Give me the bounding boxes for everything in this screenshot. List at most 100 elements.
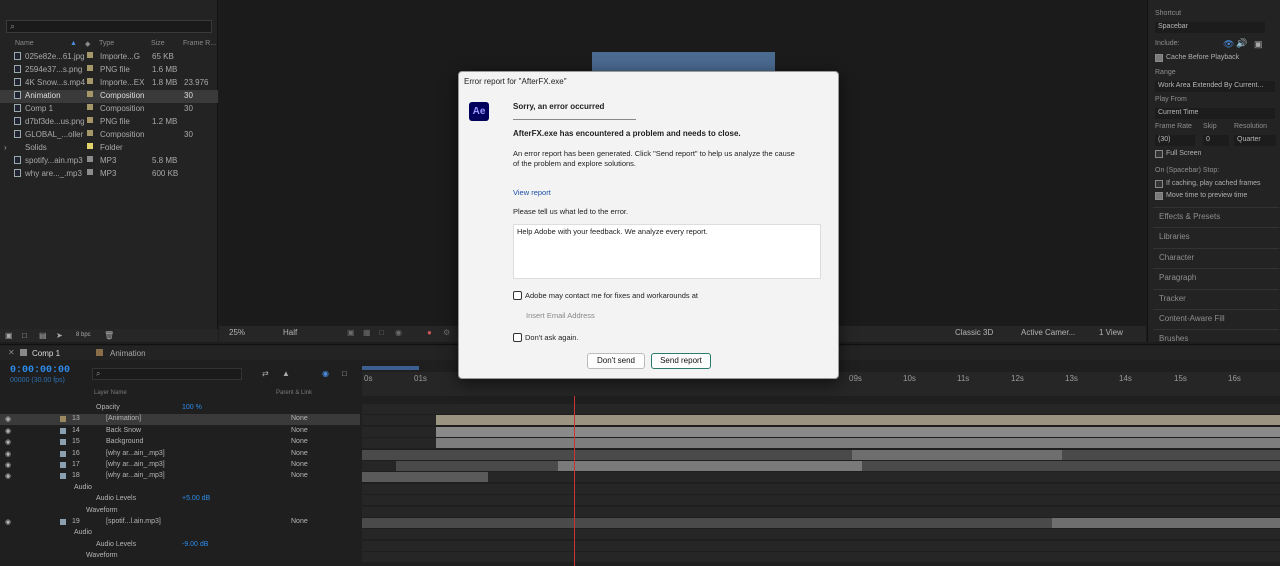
layer-property-row[interactable]: Waveform: [0, 551, 360, 562]
playhead[interactable]: [574, 396, 575, 566]
current-time-display[interactable]: 0:00:00:00: [10, 365, 70, 376]
ifcaching-checkbox[interactable]: [1155, 180, 1163, 188]
label-color-swatch[interactable]: [87, 52, 93, 58]
search-layers-input[interactable]: ⌕: [92, 368, 242, 380]
video-toggle-icon[interactable]: 👁: [1223, 39, 1234, 50]
framerate-select[interactable]: (30): [1155, 135, 1195, 146]
project-item[interactable]: d7bf3de...us.png PNG file 1.2 MB: [0, 116, 218, 129]
label-color-swatch[interactable]: [60, 416, 66, 423]
fullscreen-checkbox[interactable]: [1155, 150, 1163, 158]
playfrom-select[interactable]: Current Time: [1155, 108, 1275, 119]
layer-name[interactable]: [why ar...ain_.mp3]: [106, 450, 165, 457]
audio-toggle-icon[interactable]: 🔊: [1236, 38, 1247, 49]
panel-section-header[interactable]: Brushes: [1159, 334, 1188, 343]
col-size[interactable]: Size: [151, 40, 165, 47]
layer-name[interactable]: [why ar...ain_.mp3]: [106, 472, 165, 479]
layer-property-row[interactable]: Opacity 100 %: [0, 403, 360, 414]
range-select[interactable]: Work Area Extended By Current...: [1155, 81, 1275, 92]
label-color-swatch[interactable]: [87, 156, 93, 162]
project-item[interactable]: why are..._.mp3 MP3 600 KB: [0, 168, 218, 181]
col-framerate[interactable]: Frame R...: [183, 40, 216, 47]
visibility-icon[interactable]: ◉: [5, 415, 11, 423]
close-icon[interactable]: ✕: [8, 348, 15, 357]
layer-duration-bar[interactable]: [436, 438, 1280, 449]
col-name[interactable]: Name: [15, 40, 34, 47]
flowchart-icon[interactable]: ➤: [56, 331, 63, 340]
label-color-swatch[interactable]: [87, 117, 93, 123]
layer-duration-bar[interactable]: [362, 518, 1052, 528]
zoom-select[interactable]: 25%: [225, 328, 249, 340]
layer-property-row[interactable]: Waveform: [0, 506, 360, 517]
layer-duration-bar[interactable]: [852, 449, 1062, 460]
label-color-swatch[interactable]: [87, 130, 93, 136]
label-color-swatch[interactable]: [87, 143, 93, 149]
layer-duration-bar[interactable]: [362, 449, 1280, 460]
cache-checkbox[interactable]: [1155, 54, 1163, 62]
project-item[interactable]: GLOBAL_...oller Composition 30: [0, 129, 218, 142]
new-comp-icon[interactable]: ▤: [39, 331, 47, 340]
label-color-swatch[interactable]: [87, 65, 93, 71]
color-channel-icon[interactable]: ●: [423, 328, 436, 340]
parent-select[interactable]: None: [291, 415, 308, 422]
mask-icon[interactable]: □: [375, 328, 388, 340]
layer-name[interactable]: Waveform: [86, 507, 118, 514]
col-parent-link[interactable]: Parent & Link: [276, 390, 312, 396]
layer-duration-bar[interactable]: [558, 461, 862, 471]
visibility-icon[interactable]: ◉: [5, 472, 11, 480]
region-icon[interactable]: ▣: [343, 328, 359, 340]
layer-property-row[interactable]: Audio: [0, 483, 360, 494]
visibility-icon[interactable]: ◉: [5, 427, 11, 435]
parent-select[interactable]: None: [291, 450, 308, 457]
draft-3d-icon[interactable]: ▲: [282, 369, 290, 378]
views-select[interactable]: 1 View: [1095, 328, 1127, 340]
layer-duration-bar[interactable]: [436, 415, 1280, 426]
shortcut-select[interactable]: Spacebar: [1155, 22, 1265, 33]
camera-select[interactable]: Active Camer...: [1017, 328, 1079, 340]
panel-section-header[interactable]: Tracker: [1159, 294, 1186, 303]
parent-select[interactable]: None: [291, 472, 308, 479]
snapshot-icon[interactable]: ◉: [391, 328, 406, 340]
resolution-select[interactable]: Half: [279, 328, 301, 340]
label-color-swatch[interactable]: [60, 473, 66, 480]
skip-select[interactable]: 0: [1203, 135, 1229, 146]
feedback-textarea[interactable]: Help Adobe with your feedback. We analyz…: [513, 224, 821, 279]
movetime-checkbox[interactable]: [1155, 192, 1163, 200]
project-item[interactable]: 2594e37...s.png PNG file 1.6 MB: [0, 64, 218, 77]
panel-section-header[interactable]: Paragraph: [1159, 273, 1196, 282]
bpc-label[interactable]: 8 bpc: [76, 332, 91, 338]
dont-send-button[interactable]: Don't send: [587, 353, 645, 369]
visibility-icon[interactable]: ◉: [5, 518, 11, 526]
layer-name[interactable]: Audio: [74, 529, 92, 536]
layer-duration-bar[interactable]: [362, 472, 488, 483]
layer-name[interactable]: Audio Levels: [96, 495, 136, 502]
layer-row[interactable]: ◉ 18 [why ar...ain_.mp3] None: [0, 471, 360, 482]
graph-editor-icon[interactable]: □: [342, 369, 347, 378]
overlay-toggle-icon[interactable]: ▣: [1254, 39, 1263, 50]
layer-name[interactable]: Opacity: [96, 404, 120, 411]
property-value[interactable]: +5.00 dB: [182, 495, 210, 502]
label-color-swatch[interactable]: [87, 104, 93, 110]
layer-name[interactable]: Waveform: [86, 552, 118, 559]
panel-section-header[interactable]: Effects & Presets: [1159, 212, 1220, 221]
view-report-link[interactable]: View report: [513, 188, 551, 197]
layer-name[interactable]: Audio: [74, 484, 92, 491]
send-report-button[interactable]: Send report: [651, 353, 711, 369]
panel-section-header[interactable]: Character: [1159, 253, 1194, 262]
layer-name[interactable]: Back Snow: [106, 427, 141, 434]
layer-property-row[interactable]: Audio Levels -9.00 dB: [0, 540, 360, 551]
layer-name[interactable]: Audio Levels: [96, 541, 136, 548]
label-color-swatch[interactable]: [60, 450, 66, 457]
interpret-footage-icon[interactable]: ▣: [5, 331, 13, 340]
comp-flow-icon[interactable]: ⇄: [262, 369, 269, 378]
work-area-bar[interactable]: [362, 366, 419, 370]
layer-row[interactable]: ◉ 16 [why ar...ain_.mp3] None: [0, 449, 360, 460]
project-item[interactable]: Animation Composition 30: [0, 90, 218, 103]
motion-blur-icon[interactable]: ◉: [322, 369, 329, 378]
layer-duration-bar[interactable]: [1052, 518, 1280, 528]
label-color-swatch[interactable]: [60, 519, 66, 525]
transparency-grid-icon[interactable]: ▦: [359, 328, 375, 340]
project-item[interactable]: 4K Snow...s.mp4 Importe...EX 1.8 MB 23.976: [0, 77, 218, 90]
parent-select[interactable]: None: [291, 438, 308, 445]
parent-select[interactable]: None: [291, 518, 308, 525]
dont-ask-checkbox[interactable]: [513, 333, 522, 342]
